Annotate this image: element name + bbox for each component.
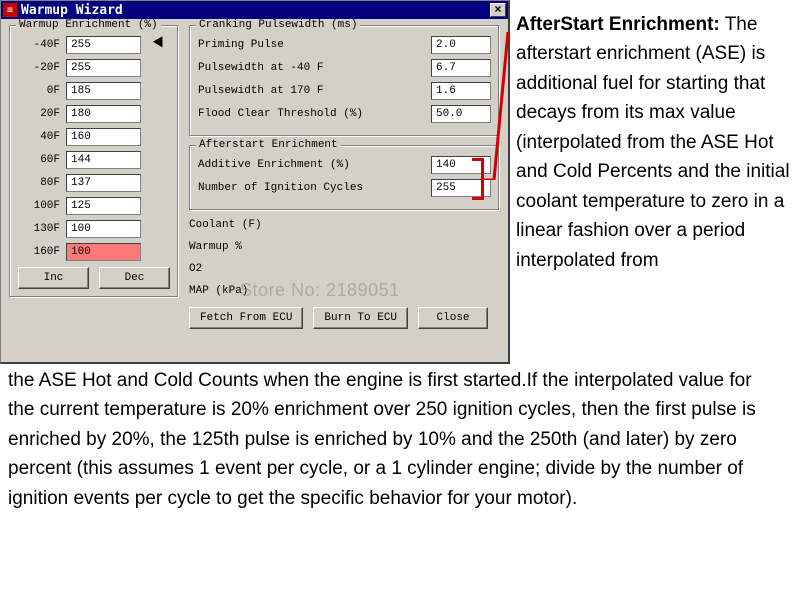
pointer-icon: ⯇ <box>151 38 165 52</box>
ase-row: Number of Ignition Cycles <box>198 179 491 197</box>
warmup-row: -40F ⯇ <box>18 36 170 54</box>
warmup-temp-label: -20F <box>18 62 60 74</box>
explanation-bottom: the ASE Hot and Cold Counts when the eng… <box>8 366 768 513</box>
warmup-row: 60F <box>18 151 170 169</box>
cranking-label: Flood Clear Threshold (%) <box>198 108 425 120</box>
status-readout: Coolant (F) Warmup % O2 MAP (kPa) <box>189 219 500 297</box>
status-row: MAP (kPa) <box>189 285 500 297</box>
status-label: O2 <box>189 263 500 275</box>
warmup-row: 130F <box>18 220 170 238</box>
ase-label: Additive Enrichment (%) <box>198 159 425 171</box>
cranking-pulsewidth-legend: Cranking Pulsewidth (ms) <box>196 19 360 31</box>
cranking-value-field[interactable] <box>431 36 491 54</box>
burn-to-ecu-button[interactable]: Burn To ECU <box>313 307 408 329</box>
warmup-row: -20F <box>18 59 170 77</box>
warmup-value-field[interactable] <box>66 59 141 77</box>
window-title: Warmup Wizard <box>21 3 490 18</box>
explanation-right: AfterStart Enrichment: The afterstart en… <box>516 10 796 275</box>
afterstart-enrichment-group: Afterstart Enrichment Additive Enrichmen… <box>189 145 500 211</box>
cranking-value-field[interactable] <box>431 82 491 100</box>
explanation-text-bottom: the ASE Hot and Cold Counts when the eng… <box>8 370 756 509</box>
afterstart-enrichment-legend: Afterstart Enrichment <box>196 139 341 151</box>
warmup-row: 20F <box>18 105 170 123</box>
warmup-value-field[interactable] <box>66 105 141 123</box>
warmup-value-field[interactable] <box>66 243 141 261</box>
ase-value-field[interactable] <box>431 179 491 197</box>
ase-row: Additive Enrichment (%) <box>198 156 491 174</box>
cranking-row: Priming Pulse <box>198 36 491 54</box>
warmup-wizard-window: ≡ Warmup Wizard × Warmup Enrichment (%) … <box>0 0 510 364</box>
warmup-enrichment-legend: Warmup Enrichment (%) <box>16 19 161 31</box>
explanation-text-right: The afterstart enrichment (ASE) is addit… <box>516 14 790 271</box>
cranking-row: Pulsewidth at -40 F <box>198 59 491 77</box>
warmup-value-field[interactable] <box>66 197 141 215</box>
warmup-value-field[interactable] <box>66 36 141 54</box>
warmup-row: 100F <box>18 197 170 215</box>
ase-label: Number of Ignition Cycles <box>198 182 425 194</box>
cranking-value-field[interactable] <box>431 59 491 77</box>
increment-button[interactable]: Inc <box>18 267 89 289</box>
cranking-label: Priming Pulse <box>198 39 425 51</box>
status-label: Coolant (F) <box>189 219 500 231</box>
status-label: Warmup % <box>189 241 500 253</box>
system-menu-icon[interactable]: ≡ <box>3 3 17 17</box>
decrement-button[interactable]: Dec <box>99 267 170 289</box>
warmup-temp-label: 0F <box>18 85 60 97</box>
warmup-value-field[interactable] <box>66 151 141 169</box>
fetch-from-ecu-button[interactable]: Fetch From ECU <box>189 307 303 329</box>
close-button[interactable]: Close <box>418 307 488 329</box>
warmup-row: 0F <box>18 82 170 100</box>
warmup-temp-label: 160F <box>18 246 60 258</box>
status-row: Warmup % <box>189 241 500 253</box>
status-row: O2 <box>189 263 500 275</box>
cranking-row: Flood Clear Threshold (%) <box>198 105 491 123</box>
status-row: Coolant (F) <box>189 219 500 231</box>
warmup-temp-label: -40F <box>18 39 60 51</box>
warmup-row: 80F <box>18 174 170 192</box>
warmup-row: 160F <box>18 243 170 261</box>
warmup-enrichment-group: Warmup Enrichment (%) -40F⯇-20F0F20F40F6… <box>9 25 179 298</box>
warmup-temp-label: 130F <box>18 223 60 235</box>
titlebar: ≡ Warmup Wizard × <box>1 1 508 19</box>
status-label: MAP (kPa) <box>189 285 500 297</box>
explanation-heading: AfterStart Enrichment: <box>516 14 720 35</box>
warmup-value-field[interactable] <box>66 174 141 192</box>
warmup-temp-label: 60F <box>18 154 60 166</box>
warmup-value-field[interactable] <box>66 220 141 238</box>
warmup-value-field[interactable] <box>66 128 141 146</box>
cranking-pulsewidth-group: Cranking Pulsewidth (ms) Priming PulsePu… <box>189 25 500 137</box>
cranking-value-field[interactable] <box>431 105 491 123</box>
cranking-label: Pulsewidth at -40 F <box>198 62 425 74</box>
ase-value-field[interactable] <box>431 156 491 174</box>
warmup-temp-label: 80F <box>18 177 60 189</box>
window-close-button[interactable]: × <box>490 3 506 17</box>
warmup-temp-label: 20F <box>18 108 60 120</box>
cranking-label: Pulsewidth at 170 F <box>198 85 425 97</box>
warmup-temp-label: 40F <box>18 131 60 143</box>
warmup-value-field[interactable] <box>66 82 141 100</box>
warmup-row: 40F <box>18 128 170 146</box>
cranking-row: Pulsewidth at 170 F <box>198 82 491 100</box>
warmup-temp-label: 100F <box>18 200 60 212</box>
